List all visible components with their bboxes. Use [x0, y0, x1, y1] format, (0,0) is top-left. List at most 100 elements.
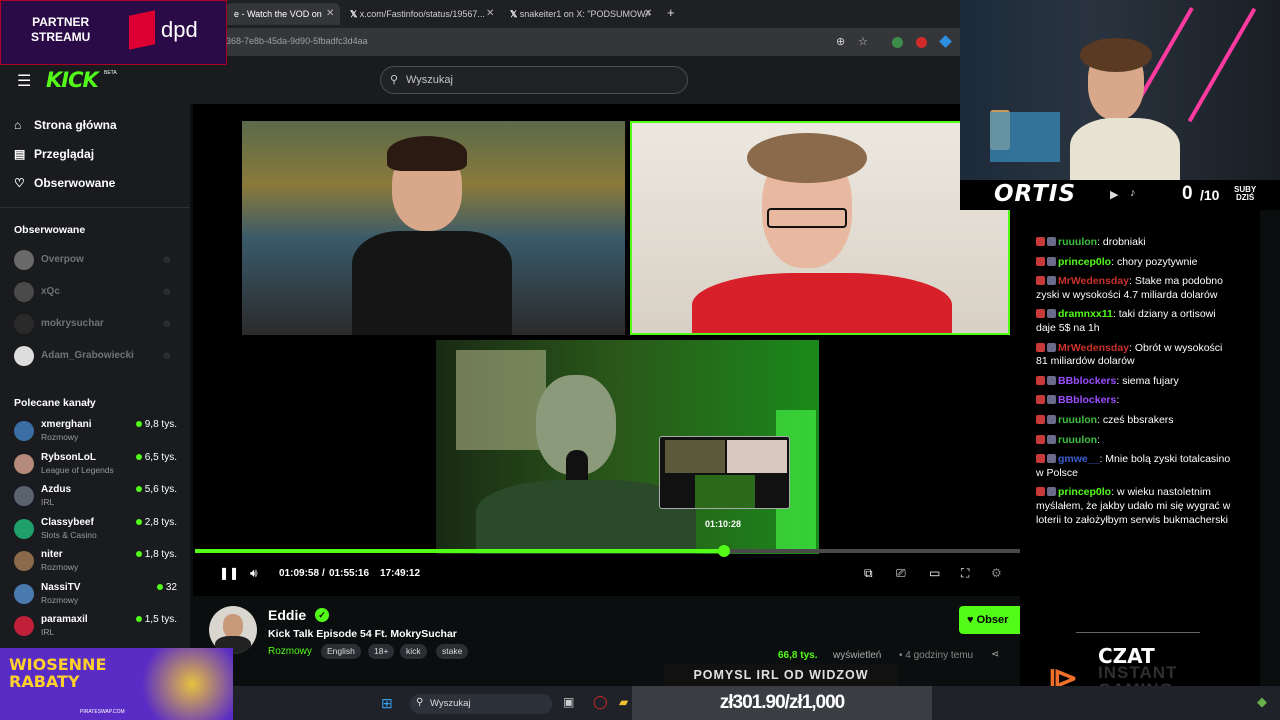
close-icon[interactable]: ✕: [486, 8, 494, 19]
tray-icon[interactable]: ◆: [1257, 694, 1267, 710]
badge-icon: [1047, 309, 1056, 319]
followed-channel[interactable]: Overpow ⦸: [14, 250, 179, 272]
chat-username[interactable]: MrWedensday: [1058, 275, 1129, 287]
chat-username[interactable]: princep0lo: [1058, 486, 1111, 498]
channel-name: NassiTV: [41, 581, 81, 593]
badge-icon: [1036, 487, 1045, 497]
nav-home[interactable]: ⌂ Strona główna: [14, 118, 117, 132]
follow-button[interactable]: ♥ Obser: [959, 606, 1029, 634]
channel-name: RybsonLoL: [41, 451, 96, 463]
chat-message: dramnxx11: taki dziany a ortisowi daje 5…: [1036, 308, 1236, 335]
chat-username[interactable]: ruuulon: [1058, 236, 1097, 248]
search-input[interactable]: ⚲ Wyszukaj: [380, 66, 688, 94]
nav-following[interactable]: ♡ Obserwowane: [14, 176, 115, 190]
badge-icon: [1036, 309, 1045, 319]
badge-icon: [1036, 342, 1045, 352]
viewer-count-value: 9,8 tys.: [144, 419, 177, 430]
viewer-count: 2,8 tys.: [135, 517, 177, 528]
recommended-channel[interactable]: Classybeef Slots & Casino 2,8 tys.: [14, 517, 179, 547]
progress-bar[interactable]: [195, 545, 1020, 557]
channel-name: xQc: [41, 286, 60, 297]
tag[interactable]: 18+: [368, 644, 395, 659]
volume-icon[interactable]: 🔊︎: [250, 566, 258, 581]
channel-category: Rozmowy: [41, 594, 79, 605]
viewer-count-value: 1,5 tys.: [144, 614, 177, 625]
tag[interactable]: kick: [400, 644, 427, 659]
search-icon: ⚲: [390, 74, 399, 86]
settings-icon[interactable]: ⚙: [991, 566, 1002, 580]
menu-icon[interactable]: ☰: [17, 71, 31, 91]
browser-tab[interactable]: 𝕏 x.com/Fastinfoo/status/19567...: [350, 3, 500, 25]
tag[interactable]: stake: [436, 644, 469, 659]
streamer-name[interactable]: Eddie: [268, 607, 306, 623]
channel-name: niter: [41, 549, 63, 560]
clip-icon[interactable]: ⎚: [896, 566, 906, 581]
chat-username[interactable]: MrWedensday: [1058, 342, 1129, 354]
recommended-channel[interactable]: NassiTV Rozmowy 32: [14, 582, 179, 612]
badge-icon: [1047, 276, 1056, 286]
nav-label: Przeglądaj: [34, 147, 95, 161]
avatar: [14, 583, 34, 604]
folder-icon[interactable]: ▰: [619, 695, 628, 709]
viewer-count-value: 1,8 tys.: [144, 549, 177, 560]
chat-username[interactable]: BBblockers: [1058, 394, 1116, 406]
windows-start-icon[interactable]: ⊞: [381, 695, 393, 712]
followed-channel[interactable]: Adam_Grabowiecki ⦸: [14, 346, 179, 368]
opera-icon[interactable]: ◯: [593, 694, 608, 710]
url-text[interactable]: 368-7e8b-45da-9d90-5fbadfc3d4aa: [226, 36, 368, 46]
chat-username[interactable]: gmwe__: [1058, 453, 1099, 465]
recommended-channel[interactable]: niter Rozmowy 1,8 tys.: [14, 549, 179, 579]
stream-info: Eddie ✓ Kick Talk Episode 54 Ft. MokrySu…: [193, 596, 1029, 668]
theater-icon[interactable]: ▭: [929, 566, 940, 580]
chat-username[interactable]: BBblockers: [1058, 375, 1116, 387]
bookmark-star-icon[interactable]: ☆: [858, 35, 868, 48]
chat-message: ruuulon: cześ bbsrakers: [1036, 414, 1236, 428]
extension-icon[interactable]: [939, 35, 952, 48]
recommended-channel[interactable]: paramaxil IRL 1,5 tys.: [14, 614, 179, 644]
nav-browse[interactable]: ▤ Przeglądaj: [14, 147, 94, 161]
video-player[interactable]: 01:10:28 ❚❚ 🔊︎ 01:09:58 / 01:55:16 17:49…: [193, 104, 1020, 596]
extension-icon[interactable]: [892, 37, 903, 48]
task-view-icon[interactable]: ▣: [563, 695, 574, 709]
seek-preview-time: 01:10:28: [705, 519, 742, 529]
share-icon[interactable]: ⋖: [991, 649, 999, 660]
pip-icon[interactable]: ⧉: [864, 566, 873, 581]
followed-channel[interactable]: mokrysuchar ⦸: [14, 314, 179, 336]
badge-icon: [1036, 237, 1045, 246]
recommended-channel[interactable]: xmerghani Rozmowy 9,8 tys.: [14, 419, 179, 449]
stream-category[interactable]: Rozmowy: [268, 646, 312, 657]
taskbar-search[interactable]: ⚲ Wyszukaj: [410, 694, 552, 714]
chat-username[interactable]: dramnxx11: [1058, 308, 1113, 320]
verified-icon: ✓: [315, 608, 329, 622]
recommended-channel[interactable]: RybsonLoL League of Legends 6,5 tys.: [14, 452, 179, 482]
subs-label-line: DZIŚ: [1236, 193, 1255, 202]
tag[interactable]: English: [321, 644, 361, 659]
subs-current: 0: [1182, 183, 1193, 204]
new-tab-icon[interactable]: +: [667, 5, 675, 20]
chat-username[interactable]: ruuulon: [1058, 414, 1097, 426]
chat-message: gmwe__: Mnie bolą zyski totalcasino w Po…: [1036, 453, 1236, 480]
x-logo-icon: 𝕏: [510, 9, 518, 19]
tab-title: x.com/Fastinfoo/status/19567...: [359, 9, 485, 19]
avatar: [14, 250, 34, 270]
home-icon: ⌂: [14, 118, 22, 132]
extension-icon[interactable]: [916, 37, 927, 48]
kick-logo[interactable]: KICK: [46, 68, 99, 92]
chat-username[interactable]: princep0lo: [1058, 256, 1111, 268]
fullscreen-icon[interactable]: ⛶: [961, 566, 969, 581]
chat-username[interactable]: ruuulon: [1058, 434, 1097, 446]
close-icon[interactable]: ✕: [326, 3, 334, 25]
progress-handle[interactable]: [717, 545, 730, 557]
streamer-avatar[interactable]: [209, 606, 257, 654]
followed-channel[interactable]: xQc ⦸: [14, 282, 179, 304]
zoom-icon[interactable]: ⊕: [836, 35, 845, 48]
partner-line: STREAMU: [31, 30, 91, 44]
browser-tab-active[interactable]: e - Watch the VOD on ✕: [226, 3, 340, 25]
pause-icon[interactable]: ❚❚: [219, 566, 239, 580]
close-icon[interactable]: ✕: [644, 8, 652, 19]
recommended-channel[interactable]: Azdus IRL 5,6 tys.: [14, 484, 179, 514]
badge-icon: [1036, 434, 1045, 444]
browser-tab[interactable]: 𝕏 snakeiter1 on X: "PODSUMOWA...: [510, 3, 650, 25]
promo-text: WIOSENNE RABATY: [9, 656, 106, 690]
badge-icon: [1047, 375, 1056, 385]
